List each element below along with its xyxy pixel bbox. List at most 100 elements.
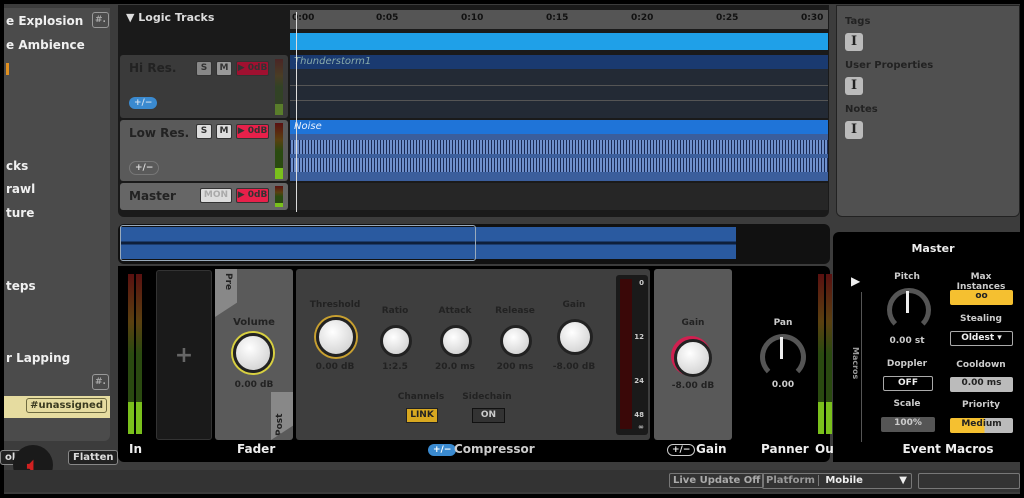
user-properties-label: User Properties <box>845 60 934 71</box>
clip-noise[interactable]: Noise <box>290 120 828 181</box>
edit-tags-icon[interactable]: I <box>845 33 863 51</box>
live-update-button[interactable]: Live Update Off <box>669 473 765 488</box>
compressor-module: Threshold 0.00 dB Ratio 1:2.5 Attack 20.… <box>296 269 650 440</box>
notes-label: Notes <box>845 104 878 115</box>
bank-hash-button[interactable]: #. <box>92 374 109 390</box>
unassigned-row[interactable]: #unassigned <box>4 396 110 418</box>
browser-item[interactable]: ture <box>6 206 34 220</box>
meter-tick: 24 <box>634 377 644 385</box>
gain-knob[interactable] <box>674 339 712 377</box>
event-macros-label: Event Macros <box>902 442 994 456</box>
add-effect-button[interactable]: + <box>156 270 212 440</box>
cooldown-label: Cooldown <box>956 360 1006 370</box>
priority-label: Priority <box>962 400 1000 410</box>
loop-region-bar[interactable] <box>290 33 828 50</box>
fader-module: Pre Post Volume 0.00 dB <box>215 269 293 440</box>
timeline-ruler[interactable]: 0:00 0:05 0:10 0:15 0:20 0:25 0:30 <box>290 10 828 29</box>
channels-label: Channels <box>397 392 445 402</box>
volume-label: Volume <box>233 317 275 328</box>
gain-label: Gain <box>696 442 727 456</box>
tick-label: 0:05 <box>376 13 399 23</box>
output-meter <box>826 274 832 434</box>
bank-hash-button[interactable]: #. <box>92 12 109 28</box>
playhead[interactable] <box>296 12 297 212</box>
scale-slider[interactable]: 100% <box>881 417 935 432</box>
cooldown-slider[interactable]: 0.00 ms <box>950 377 1013 392</box>
overview-viewport[interactable] <box>120 225 476 261</box>
output-meter <box>818 274 824 434</box>
logic-tracks-header[interactable]: ▼ Logic Tracks <box>118 8 288 28</box>
threshold-knob[interactable] <box>316 317 356 357</box>
pitch-value: 0.00 st <box>889 336 925 346</box>
track-volume[interactable]: ▶ 0dB <box>236 124 269 139</box>
flatten-button[interactable]: Flatten <box>68 450 119 465</box>
meter-tick: 48 <box>634 411 644 419</box>
ratio-knob[interactable] <box>380 325 412 357</box>
edit-user-properties-icon[interactable]: I <box>845 77 863 95</box>
browser-item[interactable]: rawl <box>6 182 35 196</box>
solo-button[interactable]: S <box>196 124 212 139</box>
solo-button[interactable]: S <box>196 61 212 76</box>
macros-tab[interactable]: Macros <box>851 347 860 379</box>
fx-toggle-button[interactable]: +/− <box>129 161 160 175</box>
clip-name: Noise <box>290 120 828 134</box>
browser-item[interactable]: e Explosion <box>6 14 83 28</box>
volume-knob[interactable] <box>233 333 273 373</box>
pitch-label: Pitch <box>894 272 920 282</box>
pre-tab[interactable]: Pre <box>215 269 237 317</box>
track-low-res[interactable]: Low Res. S M ▶ 0dB +/− <box>120 120 288 181</box>
sidechain-button[interactable]: ON <box>472 408 505 423</box>
track-master[interactable]: Master MON ▶ 0dB <box>120 183 288 210</box>
browser-item[interactable]: e Ambience <box>6 38 85 52</box>
comp-gain-knob[interactable] <box>557 319 593 355</box>
sidechain-label: Sidechain <box>462 392 512 402</box>
effects-deck: In + Pre Post Volume 0.00 dB Fader Thres… <box>118 266 839 462</box>
status-field <box>918 473 1020 489</box>
tick-label: 0:25 <box>716 13 739 23</box>
track-volume[interactable]: ▶ 0dB <box>236 188 269 203</box>
attack-knob[interactable] <box>440 325 472 357</box>
doppler-toggle[interactable]: OFF <box>883 376 933 391</box>
priority-slider[interactable]: Medium <box>950 418 1013 433</box>
event-browser: e Explosion e Ambience cks rawl ture tep… <box>4 8 110 441</box>
track-volume[interactable]: ▶ 0dB <box>236 61 269 76</box>
unassigned-tag: #unassigned <box>26 398 107 413</box>
mute-button[interactable]: M <box>216 124 232 139</box>
folder-marker <box>6 63 9 75</box>
gain-knob-label: Gain <box>681 318 705 328</box>
platform-label: Platform <box>763 475 819 486</box>
pitch-knob[interactable] <box>887 288 931 332</box>
track-hi-res[interactable]: Hi Res. S M ▶ 0dB +/− <box>120 55 288 118</box>
timeline-overview[interactable] <box>118 224 830 264</box>
comp-gain-label: Gain <box>562 300 586 310</box>
browser-item[interactable]: teps <box>6 279 36 293</box>
edit-notes-icon[interactable]: I <box>845 121 863 139</box>
release-knob[interactable] <box>500 325 532 357</box>
clip-thunderstorm1[interactable]: Thunderstorm1 <box>290 55 828 118</box>
chevron-down-icon: ▼ <box>899 475 907 486</box>
waveform <box>290 100 828 101</box>
mute-button[interactable]: M <box>216 61 232 76</box>
channels-link-button[interactable]: LINK <box>406 408 438 423</box>
post-tab[interactable]: Post <box>271 392 293 440</box>
expand-arrow-icon[interactable]: ▶ <box>851 274 860 288</box>
compressor-fx-toggle[interactable]: +/− <box>428 444 457 456</box>
fx-toggle-button[interactable]: +/− <box>129 97 158 109</box>
volume-value: 0.00 dB <box>234 380 274 390</box>
track-name: Hi Res. <box>129 61 177 75</box>
pan-knob[interactable] <box>760 334 806 380</box>
meter-tick: ∞ <box>638 423 644 431</box>
platform-value: Mobile <box>825 475 863 486</box>
browser-item[interactable]: r Lapping <box>6 351 70 365</box>
pan-label: Pan <box>773 318 793 328</box>
track-name: Master <box>129 189 176 203</box>
browser-item[interactable]: cks <box>6 159 28 173</box>
stealing-dropdown[interactable]: Oldest ▾ <box>950 331 1013 346</box>
monitor-button[interactable]: MON <box>200 188 232 203</box>
platform-selector[interactable]: Platform Mobile ▼ <box>762 473 912 489</box>
max-instances-slider[interactable]: oo <box>950 290 1013 305</box>
properties-panel: Tags I User Properties I Notes I <box>836 5 1020 217</box>
in-label: In <box>129 442 143 456</box>
gain-fx-toggle[interactable]: +/− <box>667 444 696 456</box>
fader-label: Fader <box>237 442 276 456</box>
